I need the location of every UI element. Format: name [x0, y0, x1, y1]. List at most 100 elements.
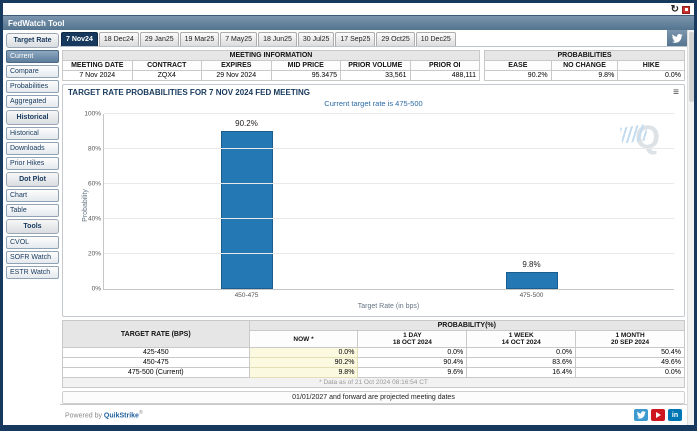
meeting-information-table: MEETING INFORMATION MEETING DATE CONTRACT… — [62, 50, 480, 81]
history-val: 83.6% — [466, 357, 577, 368]
data-as-of-row: * Data as of 21 Oct 2024 08:16:54 CT — [62, 377, 685, 388]
history-col-1-month: 1 MONTH 20 SEP 2024 — [575, 330, 685, 348]
tab-10-dec25[interactable]: 10 Dec25 — [415, 32, 456, 46]
history-col-line2: 18 OCT 2024 — [392, 339, 432, 346]
probability-chart-panel: TARGET RATE PROBABILITIES FOR 7 NOV 2024… — [62, 84, 685, 317]
probability-group-header: PROBABILITY(%) — [248, 320, 686, 331]
sidebar-item-chart[interactable]: Chart — [6, 189, 59, 202]
youtube-icon[interactable] — [651, 409, 665, 421]
sidebar: Target Rate Current Compare Probabilities Ag… — [3, 30, 60, 425]
y-tick-label: 0% — [91, 285, 101, 293]
tab-19-mar25[interactable]: 19 Mar25 — [179, 32, 220, 46]
bar-450-475[interactable] — [220, 131, 273, 289]
sidebar-item-aggregated[interactable]: Aggregated — [6, 95, 59, 108]
twitter-share-button[interactable] — [667, 30, 687, 46]
table-row: 450-475 90.2% 90.4% 83.6% 49.6% — [62, 357, 685, 368]
twitter-icon[interactable] — [634, 409, 648, 421]
sidebar-item-historical[interactable]: Historical — [6, 127, 59, 140]
sidebar-item-sofr-watch[interactable]: SOFR Watch — [6, 251, 59, 264]
probabilities-summary-table: PROBABILITIES EASE NO CHANGE HIKE 90.2% 9.8… — [484, 50, 685, 81]
history-val: 0.0% — [575, 367, 685, 378]
history-rate-425-450: 425-450 — [62, 347, 250, 358]
history-rate-450-475: 450-475 — [62, 357, 250, 368]
bar-slot-450-475: 90.2% 450-475 — [104, 114, 389, 299]
history-val: 0.0% — [248, 347, 359, 358]
prob-col-no-change: NO CHANGE — [550, 60, 619, 71]
history-rate-475-500-current: 475-500 (Current) — [62, 367, 250, 378]
tab-30-jul25[interactable]: 30 Jul25 — [297, 32, 335, 46]
sidebar-item-probabilities[interactable]: Probabilities — [6, 80, 59, 93]
tab-18-dec24[interactable]: 18 Dec24 — [98, 32, 139, 46]
gridline — [104, 113, 674, 114]
y-tick-label: 80% — [87, 145, 101, 153]
history-val: 49.6% — [575, 357, 685, 368]
history-val: 90.2% — [248, 357, 359, 368]
history-val: 16.4% — [466, 367, 577, 378]
sidebar-item-downloads[interactable]: Downloads — [6, 142, 59, 155]
gridline — [104, 253, 674, 254]
chart-title: TARGET RATE PROBABILITIES FOR 7 NOV 2024… — [68, 88, 310, 97]
meeting-val-95-3475: 95.3475 — [270, 70, 341, 81]
history-col-line2: 14 OCT 2024 — [501, 339, 541, 346]
history-col-line2: 20 SEP 2024 — [610, 339, 650, 346]
history-col-line1: 1 WEEK — [508, 332, 534, 339]
scrollbar-thumb[interactable] — [689, 32, 694, 102]
meeting-tab-strip: 7 Nov24 18 Dec24 29 Jan25 19 Mar25 7 May25 18… — [60, 30, 687, 47]
probabilities-title: PROBABILITIES — [484, 50, 685, 61]
sidebar-item-cvol[interactable]: CVOL — [6, 236, 59, 249]
sidebar-item-prior-hikes[interactable]: Prior Hikes — [6, 157, 59, 170]
table-row: 475-500 (Current) 9.8% 9.6% 16.4% 0.0% — [62, 367, 685, 378]
x-tick-label: 475-500 — [519, 292, 544, 299]
meeting-val-33-561: 33,561 — [340, 70, 411, 81]
sidebar-item-estr-watch[interactable]: ESTR Watch — [6, 266, 59, 279]
titlebar: FedWatch Tool — [3, 15, 694, 30]
history-col-now: NOW * — [248, 330, 359, 348]
history-col-1-week: 1 WEEK 14 OCT 2024 — [466, 330, 577, 348]
y-tick-label: 40% — [87, 215, 101, 223]
vertical-scrollbar[interactable] — [687, 30, 694, 425]
sidebar-item-current[interactable]: Current — [6, 50, 59, 63]
history-val: 0.0% — [466, 347, 577, 358]
popout-icon[interactable] — [682, 5, 690, 14]
meeting-col-mid-price: MID PRICE — [270, 60, 341, 71]
sidebar-item-table[interactable]: Table — [6, 204, 59, 217]
meeting-col-prior-oi: PRIOR OI — [409, 60, 480, 71]
history-val: 50.4% — [575, 347, 685, 358]
app-title: FedWatch Tool — [8, 18, 65, 28]
tab-18-jun25[interactable]: 18 Jun25 — [258, 32, 297, 46]
quikstrike-link[interactable]: QuikStrike — [104, 413, 139, 420]
tab-29-oct25[interactable]: 29 Oct25 — [376, 32, 415, 46]
tab-7-nov24[interactable]: 7 Nov24 — [61, 32, 98, 46]
gridline — [104, 183, 674, 184]
history-col-1-day: 1 DAY 18 OCT 2024 — [357, 330, 468, 348]
meeting-col-expires: EXPIRES — [201, 60, 272, 71]
linkedin-icon[interactable]: in — [668, 409, 682, 421]
twitter-bird-icon — [671, 33, 683, 43]
tab-7-may25[interactable]: 7 May25 — [220, 32, 258, 46]
meeting-val-488-111: 488,111 — [409, 70, 480, 81]
fedwatch-window: ↻ FedWatch Tool Target Rate Current Compar… — [0, 0, 697, 431]
probability-history-table: TARGET RATE (BPS) PROBABILITY(%) NOW * 1 … — [62, 320, 686, 388]
chart-menu-icon[interactable]: ≡ — [673, 87, 679, 97]
bar-value-label: 9.8% — [522, 259, 541, 269]
y-tick-label: 60% — [87, 180, 101, 188]
bar-475-500[interactable] — [505, 271, 558, 289]
x-tick-label: 450-475 — [234, 292, 259, 299]
gridline — [104, 148, 674, 149]
tab-29-jan25[interactable]: 29 Jan25 — [139, 32, 179, 46]
refresh-icon[interactable]: ↻ — [671, 5, 679, 15]
history-val: 0.0% — [357, 347, 468, 358]
prob-val-90-2: 90.2% — [484, 70, 552, 81]
prob-val-0-0: 0.0% — [617, 70, 685, 81]
y-tick-label: 100% — [84, 110, 101, 118]
sidebar-header-historical: Historical — [6, 110, 59, 125]
tab-17-sep25[interactable]: 17 Sep25 — [335, 32, 376, 46]
y-tick-label: 20% — [87, 250, 101, 258]
bar-chart-plot-area: 90.2% 450-475 9.8% 475-500 Q 0% 20% 40% 60% 80%… — [84, 111, 674, 299]
history-col-line1: 1 MONTH — [615, 332, 645, 339]
gridline — [104, 218, 674, 219]
sidebar-item-compare[interactable]: Compare — [6, 65, 59, 78]
data-as-of-note: * Data as of 21 Oct 2024 08:16:54 CT — [62, 377, 685, 388]
history-val: 90.4% — [357, 357, 468, 368]
meeting-val-7-nov-2024: 7 Nov 2024 — [62, 70, 133, 81]
